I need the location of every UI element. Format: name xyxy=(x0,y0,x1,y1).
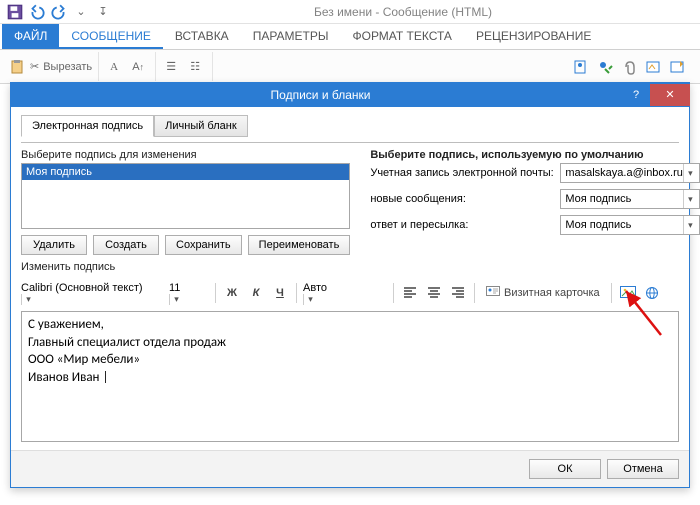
chevron-down-icon: ▾ xyxy=(683,164,697,182)
italic-button[interactable]: К xyxy=(246,283,266,303)
chevron-down-icon[interactable]: ⌄ xyxy=(72,3,90,21)
tab-format[interactable]: ФОРМАТ ТЕКСТА xyxy=(340,24,463,49)
underline-button[interactable]: Ч xyxy=(270,283,290,303)
chevron-down-icon: ▾ xyxy=(683,190,697,208)
address-book-icon[interactable] xyxy=(570,56,592,78)
redo-icon[interactable] xyxy=(50,3,68,21)
card-icon xyxy=(486,286,500,301)
paste-icon[interactable] xyxy=(6,56,28,78)
quick-access-toolbar: ⌄ ↧ xyxy=(6,3,112,21)
window-title: Без имени - Сообщение (HTML) xyxy=(112,5,694,19)
close-button[interactable]: ✕ xyxy=(650,84,690,106)
chevron-down-icon: ▾ xyxy=(303,294,317,305)
account-select[interactable]: masalskaya.a@inbox.ru▾ xyxy=(560,163,700,183)
help-button[interactable]: ? xyxy=(622,85,650,105)
font-size-up-icon[interactable]: A↑ xyxy=(127,56,149,78)
cancel-button[interactable]: Отмена xyxy=(607,459,679,479)
save-button[interactable]: Сохранить xyxy=(165,235,242,255)
insert-picture-button[interactable] xyxy=(618,283,638,303)
edit-toolbar: Calibri (Основной текст)▾ 11▾ Ж К Ч Авто… xyxy=(21,281,679,305)
numbering-icon[interactable]: ☷ xyxy=(184,56,206,78)
cut-button[interactable]: ✂Вырезать xyxy=(30,56,92,78)
font-group-icon[interactable]: A xyxy=(103,56,125,78)
align-center-button[interactable] xyxy=(424,283,444,303)
bullets-icon[interactable]: ☰ xyxy=(160,56,182,78)
insert-hyperlink-button[interactable] xyxy=(642,283,662,303)
attach-file-icon[interactable] xyxy=(618,56,640,78)
align-right-button[interactable] xyxy=(448,283,468,303)
reply-fwd-label: ответ и пересылка: xyxy=(370,219,554,231)
account-label: Учетная запись электронной почты: xyxy=(370,167,554,179)
default-signature-label: Выберите подпись, используемую по умолча… xyxy=(370,149,700,161)
font-size-select[interactable]: 11▾ xyxy=(169,282,209,305)
delete-button[interactable]: Удалить xyxy=(21,235,87,255)
dialog-footer: ОК Отмена xyxy=(11,450,689,487)
check-names-icon[interactable] xyxy=(594,56,616,78)
dialog-tabs: Электронная подпись Личный бланк xyxy=(21,115,679,137)
tab-options[interactable]: ПАРАМЕТРЫ xyxy=(241,24,341,49)
signatures-dialog: Подписи и бланки ? ✕ Электронная подпись… xyxy=(10,82,690,488)
align-left-button[interactable] xyxy=(400,283,420,303)
dialog-titlebar: Подписи и бланки ? ✕ xyxy=(11,83,689,107)
tab-personal-blank[interactable]: Личный бланк xyxy=(154,115,248,137)
chevron-down-icon: ▾ xyxy=(683,216,697,234)
font-select[interactable]: Calibri (Основной текст)▾ xyxy=(21,282,165,305)
signature-dropdown-icon[interactable] xyxy=(666,56,688,78)
select-signature-label: Выберите подпись для изменения xyxy=(21,149,350,161)
chevron-down-icon: ▾ xyxy=(21,294,35,305)
tab-esignature[interactable]: Электронная подпись xyxy=(21,115,154,137)
qat-more-icon[interactable]: ↧ xyxy=(94,3,112,21)
undo-icon[interactable] xyxy=(28,3,46,21)
tab-review[interactable]: РЕЦЕНЗИРОВАНИЕ xyxy=(464,24,603,49)
scissors-icon: ✂ xyxy=(30,60,39,73)
signature-icon[interactable] xyxy=(642,56,664,78)
chevron-down-icon: ▾ xyxy=(169,294,183,305)
font-color-select[interactable]: Авто▾ xyxy=(303,282,387,305)
new-msg-select[interactable]: Моя подпись▾ xyxy=(560,189,700,209)
tab-file[interactable]: ФАЙЛ xyxy=(2,24,59,49)
dialog-title: Подписи и бланки xyxy=(19,88,622,102)
signature-list[interactable]: Моя подпись xyxy=(21,163,350,229)
create-button[interactable]: Создать xyxy=(93,235,159,255)
new-msg-label: новые сообщения: xyxy=(370,193,554,205)
bold-button[interactable]: Ж xyxy=(222,283,242,303)
ribbon-tabs: ФАЙЛ СООБЩЕНИЕ ВСТАВКА ПАРАМЕТРЫ ФОРМАТ … xyxy=(0,24,700,50)
tab-insert[interactable]: ВСТАВКА xyxy=(163,24,241,49)
signature-editor[interactable]: С уважением, Главный специалист отдела п… xyxy=(21,311,679,442)
reply-fwd-select[interactable]: Моя подпись▾ xyxy=(560,215,700,235)
ok-button[interactable]: ОК xyxy=(529,459,601,479)
signature-list-item[interactable]: Моя подпись xyxy=(22,164,349,180)
edit-signature-label: Изменить подпись xyxy=(21,261,679,273)
app-titlebar: ⌄ ↧ Без имени - Сообщение (HTML) xyxy=(0,0,700,24)
business-card-button[interactable]: Визитная карточка xyxy=(481,283,605,303)
rename-button[interactable]: Переименовать xyxy=(248,235,351,255)
ribbon: ✂Вырезать A A↑ ☰ ☷ xyxy=(0,50,700,84)
tab-message[interactable]: СООБЩЕНИЕ xyxy=(59,24,163,49)
save-icon[interactable] xyxy=(6,3,24,21)
